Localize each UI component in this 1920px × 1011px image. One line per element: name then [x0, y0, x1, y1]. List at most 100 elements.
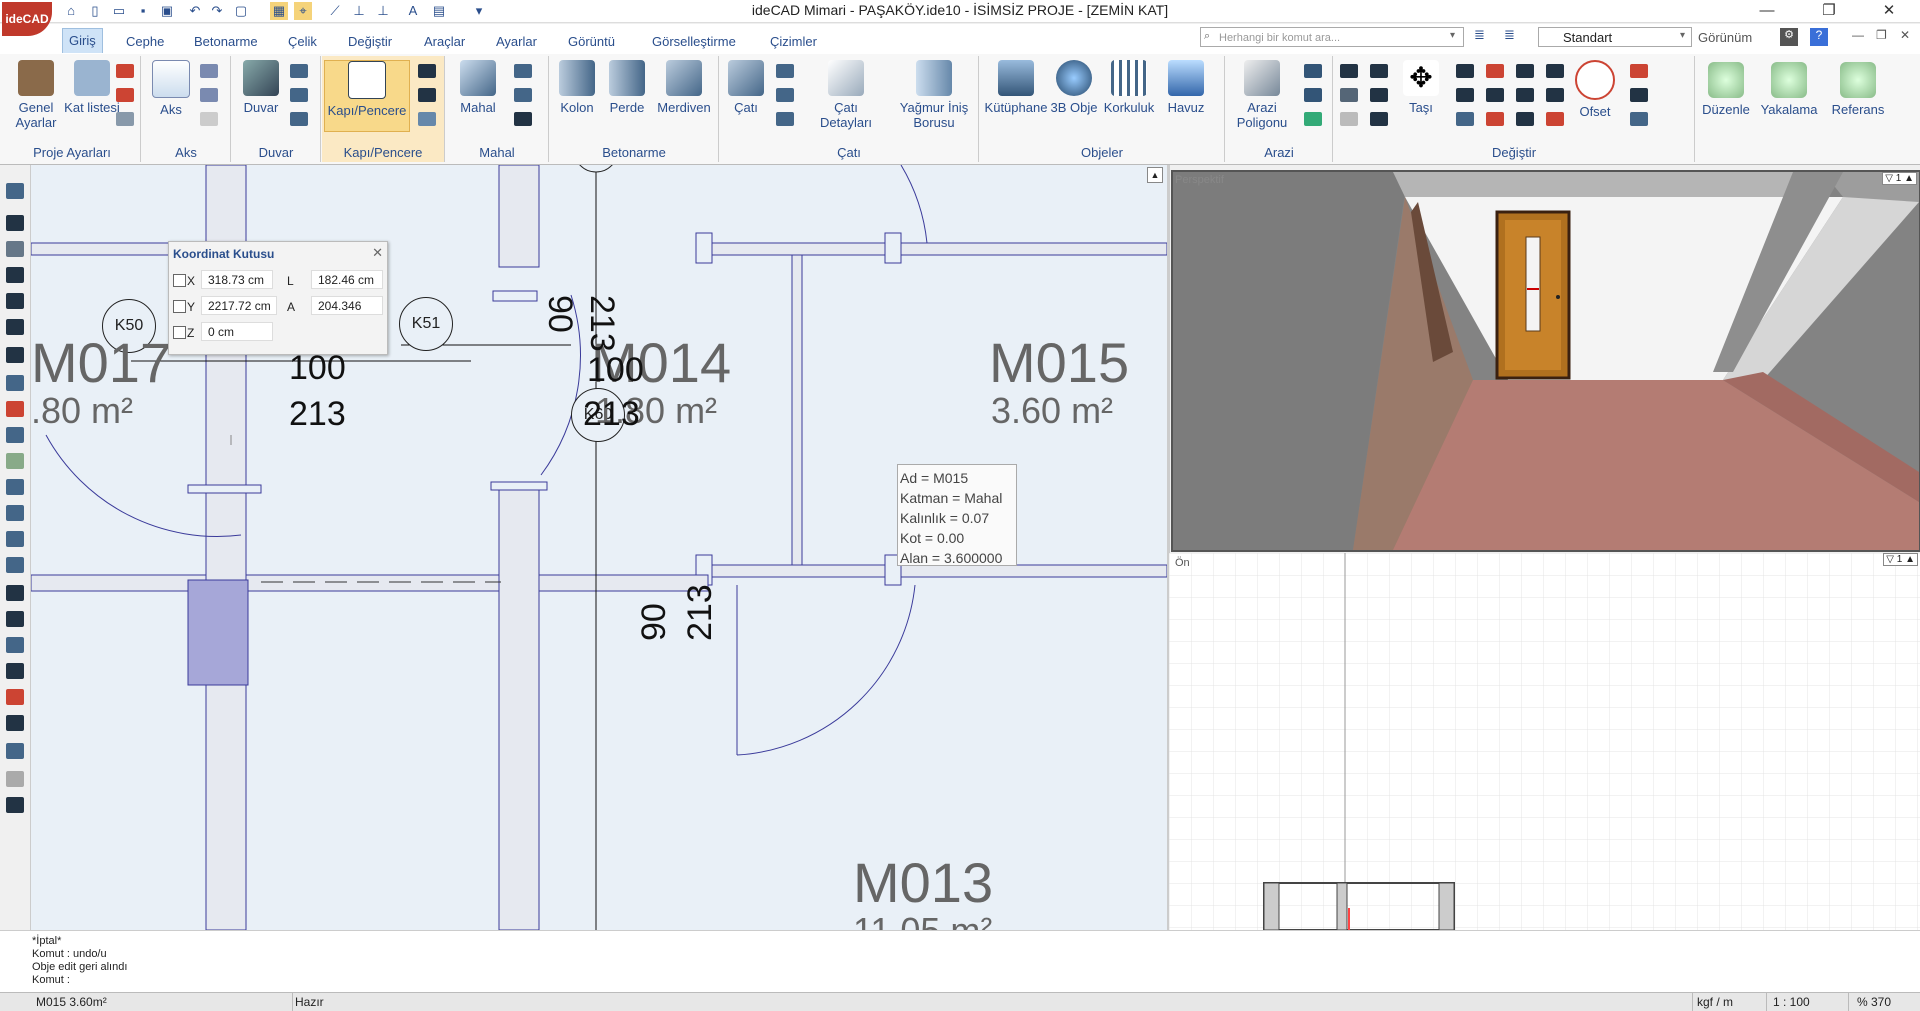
tab-giris[interactable]: Giriş: [62, 28, 103, 53]
stairs-tool-icon[interactable]: [6, 319, 24, 335]
new-file-icon[interactable]: ▯: [86, 2, 104, 20]
ribbon-close-icon[interactable]: ✕: [1900, 28, 1910, 42]
tab-cephe[interactable]: Cephe: [120, 32, 170, 52]
axis-arc-icon[interactable]: [200, 88, 218, 102]
tab-ayarlar[interactable]: Ayarlar: [490, 32, 543, 52]
perde-button[interactable]: Perde: [602, 60, 652, 115]
restore-icon[interactable]: ❐: [1806, 0, 1852, 22]
eyedropper-icon[interactable]: [1370, 88, 1388, 102]
align-icon[interactable]: [1456, 112, 1474, 126]
slab-tool-icon[interactable]: [6, 637, 24, 653]
window-group-icon[interactable]: [418, 88, 436, 102]
minimize-icon[interactable]: —: [1744, 0, 1790, 22]
undo-icon[interactable]: ↶: [186, 2, 204, 20]
level-icon[interactable]: ⊥: [374, 2, 392, 20]
intersect-icon[interactable]: [1630, 64, 1648, 78]
style-select[interactable]: Standart: [1538, 27, 1692, 47]
brush-icon[interactable]: [1370, 64, 1388, 78]
extend-icon[interactable]: [1516, 64, 1534, 78]
save-icon[interactable]: ▪: [134, 2, 152, 20]
kapi-pencere-button[interactable]: Kapı/Pencere: [324, 60, 410, 132]
sheets-icon[interactable]: [6, 427, 24, 443]
copy-icon[interactable]: [6, 453, 24, 469]
text-icon[interactable]: A: [404, 2, 422, 20]
tab-araclar[interactable]: Araçlar: [418, 32, 471, 52]
cati-detaylari-button[interactable]: Çatı Detayları: [808, 60, 884, 130]
render-icon[interactable]: [6, 743, 24, 759]
story-icon[interactable]: [116, 64, 134, 78]
snap-toggle-icon[interactable]: ⌖: [294, 2, 312, 20]
screen-icon[interactable]: ▢: [232, 2, 250, 20]
scale-icon[interactable]: [1516, 112, 1534, 126]
wall-join-icon[interactable]: [290, 112, 308, 126]
kolon-button[interactable]: Kolon: [552, 60, 602, 115]
tab-cizimler[interactable]: Çizimler: [764, 32, 823, 52]
list-icon[interactable]: [6, 183, 24, 199]
maximize-view-icon[interactable]: ▲: [1147, 167, 1163, 183]
pipe-icon[interactable]: [6, 689, 24, 705]
quick-access-dropdown-icon[interactable]: ▾: [470, 2, 488, 20]
aks-button[interactable]: Aks: [146, 60, 196, 117]
pen-icon[interactable]: [1546, 112, 1564, 126]
wall-curve-icon[interactable]: [290, 88, 308, 102]
merdiven-button[interactable]: Merdiven: [652, 60, 716, 115]
command-search-input[interactable]: Herhangi bir komut ara...: [1200, 27, 1464, 47]
l-field[interactable]: 182.46 cm: [311, 270, 383, 289]
erase-icon[interactable]: [1340, 88, 1358, 102]
screen-capture-icon[interactable]: ▤: [430, 2, 448, 20]
roof-edit-icon[interactable]: [776, 64, 794, 78]
terrain-line-icon[interactable]: [1304, 88, 1322, 102]
ribbon-restore-icon[interactable]: ❐: [1876, 28, 1887, 42]
array-icon[interactable]: [1486, 88, 1504, 102]
obje-3b-button[interactable]: 3B Obje: [1050, 60, 1098, 115]
tab-goruntu[interactable]: Görüntü: [562, 32, 621, 52]
layers-panel-icon[interactable]: [6, 215, 24, 231]
group-icon[interactable]: [6, 505, 24, 521]
measure-icon[interactable]: [6, 663, 24, 679]
text-edit-icon[interactable]: [1340, 64, 1358, 78]
close-icon[interactable]: ✕: [372, 245, 383, 261]
cross-icon[interactable]: [1630, 88, 1648, 102]
properties-icon[interactable]: [116, 112, 134, 126]
wall-tool-icon[interactable]: [6, 611, 24, 627]
angle-field[interactable]: 204.346: [311, 296, 383, 315]
duplicate-icon[interactable]: [6, 479, 24, 495]
block-icon[interactable]: [6, 557, 24, 573]
break-icon[interactable]: [1546, 64, 1564, 78]
room-name[interactable]: M017: [31, 335, 171, 391]
room-name[interactable]: M015: [989, 335, 1129, 391]
beam-icon[interactable]: [6, 401, 24, 417]
chevron-down-icon[interactable]: ▾: [1680, 30, 1685, 41]
close-icon[interactable]: ✕: [1866, 0, 1912, 22]
copy-floor-icon[interactable]: [6, 241, 24, 257]
mahal-button[interactable]: Mahal: [450, 60, 506, 115]
duvar-button[interactable]: Duvar: [236, 60, 286, 115]
window-icon[interactable]: [418, 64, 436, 78]
view-menu[interactable]: Görünüm: [1698, 30, 1752, 45]
chart-icon[interactable]: [1486, 64, 1504, 78]
dormer-icon[interactable]: [776, 88, 794, 102]
ceiling-icon[interactable]: [514, 88, 532, 102]
hatch-icon[interactable]: [514, 112, 532, 126]
z-lock-checkbox[interactable]: [173, 326, 186, 339]
floor-plan-icon[interactable]: [6, 267, 24, 283]
kutuphane-button[interactable]: Kütüphane: [982, 60, 1050, 115]
redo-icon[interactable]: ↷: [208, 2, 226, 20]
save-all-icon[interactable]: ▣: [158, 2, 176, 20]
genel-ayarlar-button[interactable]: Genel Ayarlar: [8, 60, 64, 130]
text-style-icon[interactable]: [6, 771, 24, 787]
yakalama-button[interactable]: Yakalama: [1756, 62, 1822, 117]
yagmur-inis-borusu-button[interactable]: Yağmur İniş Borusu: [892, 60, 976, 130]
explode-icon[interactable]: [1486, 112, 1504, 126]
arazi-poligonu-button[interactable]: Arazi Poligonu: [1228, 60, 1296, 130]
opening-tool-icon[interactable]: [6, 715, 24, 731]
terrain-point-icon[interactable]: [1304, 64, 1322, 78]
korkuluk-button[interactable]: Korkuluk: [1098, 60, 1160, 115]
open-folder-icon[interactable]: ▭: [110, 2, 128, 20]
tasi-button[interactable]: ✥ Taşı: [1396, 60, 1446, 115]
cati-button[interactable]: Çatı: [722, 60, 770, 115]
tab-celik[interactable]: Çelik: [282, 32, 323, 52]
roof-window-icon[interactable]: [776, 112, 794, 126]
kat-listesi-button[interactable]: Kat listesi: [64, 60, 120, 115]
paint-icon[interactable]: [1370, 112, 1388, 126]
